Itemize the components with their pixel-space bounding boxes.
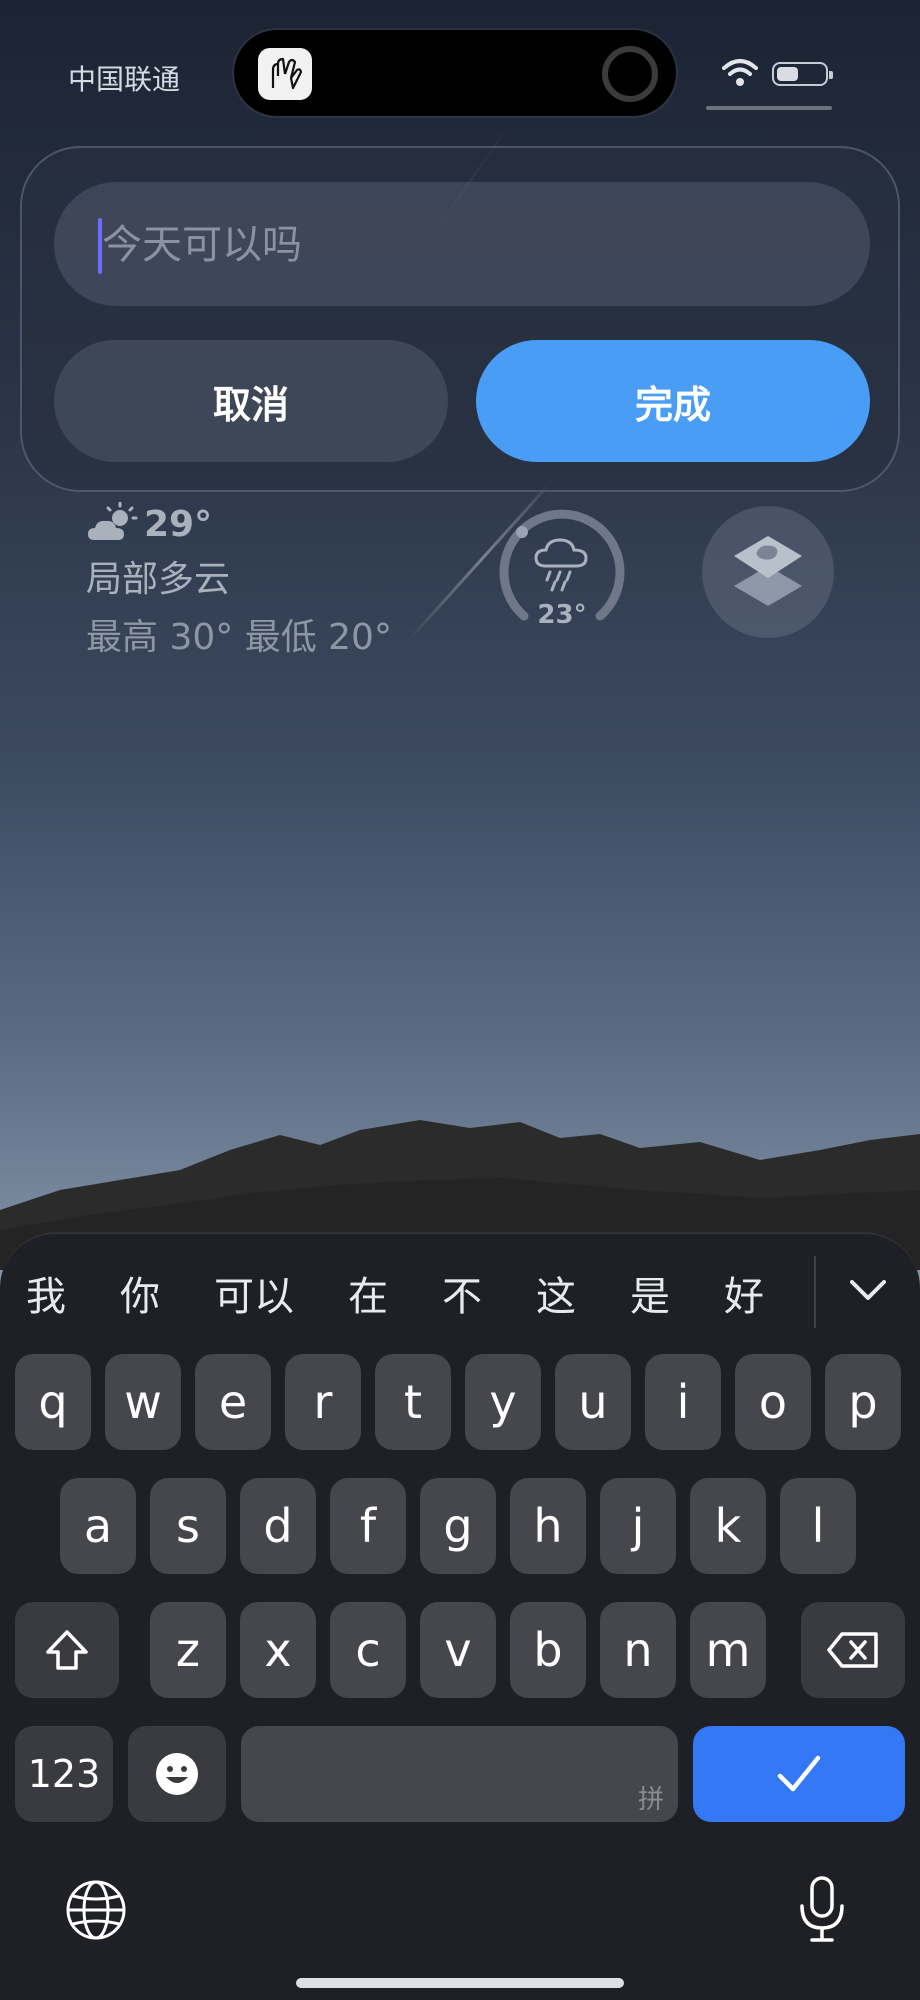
key-a[interactable]: a <box>60 1478 136 1574</box>
text-input-value: 今天可以吗 <box>102 222 302 268</box>
candidate-item[interactable]: 在 <box>348 1264 388 1322</box>
layers-icon <box>734 536 802 606</box>
app-icon <box>258 48 312 100</box>
candidate-item[interactable]: 好 <box>724 1264 764 1322</box>
key-r[interactable]: r <box>285 1354 361 1450</box>
emoji-icon <box>156 1753 198 1795</box>
carrier-name: 中国联通 <box>68 63 181 96</box>
home-indicator[interactable] <box>296 1978 624 1988</box>
candidate-item[interactable]: 你 <box>120 1264 160 1322</box>
candidate-item[interactable]: 这 <box>536 1264 576 1322</box>
key-x[interactable]: x <box>240 1602 316 1698</box>
confirm-key[interactable] <box>693 1726 905 1822</box>
activity-ring <box>602 46 658 102</box>
status-bar: 中国联通 <box>0 0 920 150</box>
dynamic-island[interactable] <box>234 30 676 116</box>
numbers-key[interactable]: 123 <box>15 1726 113 1822</box>
key-e[interactable]: e <box>195 1354 271 1450</box>
partly-cloudy-icon <box>88 502 138 540</box>
backspace-icon <box>827 1632 878 1668</box>
shift-icon <box>46 1630 88 1670</box>
key-n[interactable]: n <box>600 1602 676 1698</box>
weather-high-low: 最高 30° 最低 20° <box>86 617 392 658</box>
candidate-divider <box>814 1256 816 1328</box>
delete-key[interactable] <box>801 1602 905 1698</box>
key-u[interactable]: u <box>555 1354 631 1450</box>
status-underline <box>706 106 832 110</box>
key-w[interactable]: w <box>105 1354 181 1450</box>
done-button[interactable]: 完成 <box>476 340 870 462</box>
key-g[interactable]: g <box>420 1478 496 1574</box>
key-o[interactable]: o <box>735 1354 811 1450</box>
emoji-key[interactable] <box>128 1726 226 1822</box>
hands-icon <box>271 57 303 90</box>
weather-widget[interactable]: 29° 局部多云 最高 30° 最低 20° <box>86 502 392 660</box>
key-k[interactable]: k <box>690 1478 766 1574</box>
candidate-item[interactable]: 不 <box>442 1264 482 1322</box>
key-t[interactable]: t <box>375 1354 451 1450</box>
wifi-icon <box>722 59 758 86</box>
rain-icon <box>534 538 588 592</box>
rain-gauge-widget[interactable]: 23° <box>494 504 630 640</box>
shift-key[interactable] <box>15 1602 119 1698</box>
candidate-item[interactable]: 是 <box>630 1264 670 1322</box>
key-v[interactable]: v <box>420 1602 496 1698</box>
edit-panel: 今天可以吗 取消 完成 <box>20 146 900 492</box>
key-d[interactable]: d <box>240 1478 316 1574</box>
key-s[interactable]: s <box>150 1478 226 1574</box>
key-c[interactable]: c <box>330 1602 406 1698</box>
space-key[interactable]: 拼 <box>241 1726 678 1822</box>
shortcuts-widget[interactable] <box>702 506 834 638</box>
text-input[interactable]: 今天可以吗 <box>54 182 870 306</box>
key-p[interactable]: p <box>825 1354 901 1450</box>
candidate-item[interactable]: 我 <box>26 1264 66 1322</box>
key-j[interactable]: j <box>600 1478 676 1574</box>
keyboard: 我 你 可以 在 不 这 是 好 q w e r t y u i o p a s… <box>0 1232 920 2000</box>
weather-condition: 局部多云 <box>86 559 231 600</box>
globe-icon[interactable] <box>64 1878 128 1942</box>
key-f[interactable]: f <box>330 1478 406 1574</box>
key-y[interactable]: y <box>465 1354 541 1450</box>
checkmark-icon <box>777 1755 821 1792</box>
key-b[interactable]: b <box>510 1602 586 1698</box>
microphone-icon[interactable] <box>796 1874 848 1946</box>
candidate-item[interactable]: 可以 <box>214 1264 294 1322</box>
rain-temperature: 23° <box>537 600 587 630</box>
battery-level <box>777 67 798 81</box>
key-q[interactable]: q <box>15 1354 91 1450</box>
space-key-hint: 拼 <box>637 1785 664 1815</box>
cancel-button[interactable]: 取消 <box>54 340 448 462</box>
key-l[interactable]: l <box>780 1478 856 1574</box>
weather-temperature: 29° <box>144 503 213 545</box>
chevron-down-icon[interactable] <box>848 1274 888 1304</box>
candidate-bar: 我 你 可以 在 不 这 是 好 <box>0 1234 920 1334</box>
key-m[interactable]: m <box>690 1602 766 1698</box>
key-i[interactable]: i <box>645 1354 721 1450</box>
key-h[interactable]: h <box>510 1478 586 1574</box>
battery-icon <box>772 62 833 86</box>
key-z[interactable]: z <box>150 1602 226 1698</box>
